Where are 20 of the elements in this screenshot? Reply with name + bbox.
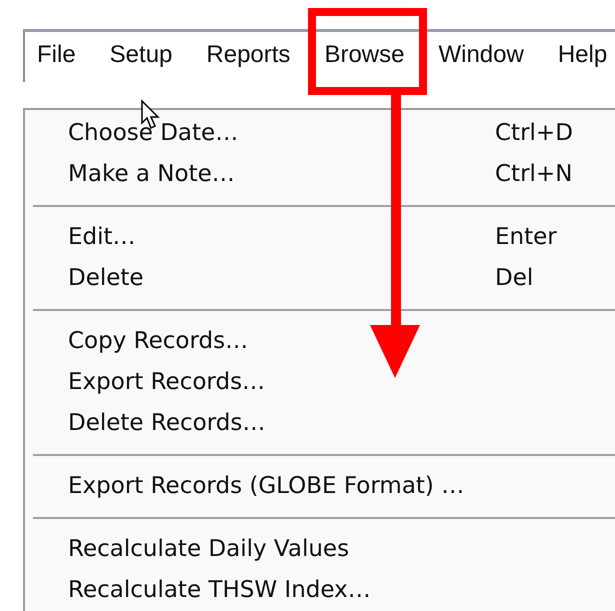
- shortcut-label: Enter: [495, 224, 557, 250]
- menu-option[interactable]: Choose Date…: [68, 113, 495, 154]
- menu-option[interactable]: Export Records…: [68, 362, 495, 403]
- shortcut-label: Ctrl+N: [495, 161, 572, 187]
- menu-option[interactable]: Export Records (GLOBE Format) …: [68, 466, 495, 507]
- menu-option[interactable]: Recalculate Daily Values: [68, 529, 495, 570]
- menu-item[interactable]: Window: [438, 32, 524, 82]
- menu-item[interactable]: Help: [558, 32, 608, 82]
- menu-option[interactable]: Copy Records…: [68, 321, 495, 362]
- shortcut-label: Ctrl+D: [495, 120, 573, 146]
- menu-option[interactable]: Make a Note…: [68, 154, 495, 195]
- menu-option[interactable]: Delete: [68, 258, 495, 299]
- menu-item[interactable]: Reports: [206, 32, 290, 82]
- menu-option[interactable]: Delete Records…: [68, 403, 495, 444]
- menu-option[interactable]: Recalculate THSW Index…: [68, 570, 495, 611]
- shortcut-label: Del: [495, 265, 534, 291]
- menu-item[interactable]: Browse: [324, 32, 404, 82]
- menu-item[interactable]: Setup: [110, 32, 172, 82]
- menu-item[interactable]: File: [37, 32, 76, 82]
- menu-option[interactable]: Edit…: [68, 217, 495, 258]
